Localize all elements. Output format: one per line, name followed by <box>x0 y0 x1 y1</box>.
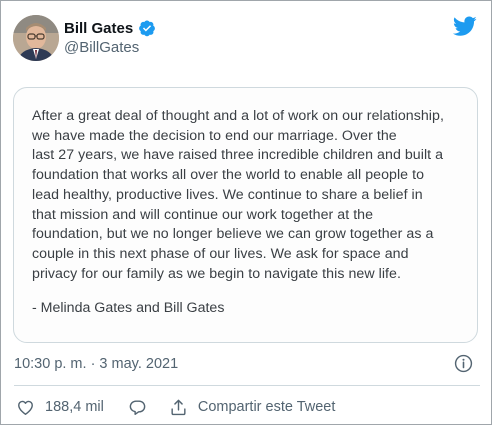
statement-line: foundation, but we no longer believe we … <box>32 226 434 243</box>
statement-line: couple in this next phase of our lives. … <box>32 245 409 262</box>
heart-icon <box>18 400 33 415</box>
statement-line: After a great deal of thought and a lot … <box>32 108 444 124</box>
verified-badge-icon <box>139 20 156 37</box>
author-name[interactable]: Bill Gates <box>64 20 133 37</box>
statement-signature: - Melinda Gates and Bill Gates <box>32 300 225 316</box>
share-icon <box>171 399 186 415</box>
share-label: Compartir este Tweet <box>197 399 336 415</box>
info-icon[interactable] <box>454 354 473 373</box>
avatar-image <box>13 15 59 61</box>
statement-line: foundation that works all over the world… <box>32 167 425 184</box>
comment-icon <box>129 399 146 415</box>
avatar[interactable] <box>13 15 59 61</box>
author-handle[interactable]: @BillGates <box>64 39 139 56</box>
divider <box>14 385 480 386</box>
reply-button[interactable] <box>128 398 147 417</box>
like-button[interactable]: 188,4 mil <box>16 398 104 417</box>
statement-image[interactable]: After a great deal of thought and a lot … <box>13 87 478 343</box>
twitter-bird-icon[interactable] <box>453 16 477 37</box>
action-bar: 188,4 mil Compartir este Tweet <box>16 395 335 419</box>
statement-line: lead healthy, productive lives. We conti… <box>32 186 423 203</box>
author-name-row: Bill Gates <box>64 18 156 38</box>
statement-text: After a great deal of thought and a lot … <box>32 107 472 284</box>
statement-line: we have made the decision to end our mar… <box>32 127 397 144</box>
statement-line: privacy for our family as we begin to na… <box>32 265 401 282</box>
tweet-card: Bill Gates @BillGates After a great deal… <box>0 0 492 425</box>
statement-line: last 27 years, we have raised three incr… <box>32 147 444 164</box>
statement-line: that mission and will continue our work … <box>32 206 374 223</box>
share-button[interactable]: Compartir este Tweet <box>169 398 336 417</box>
tweet-timestamp[interactable]: 10:30 p. m. · 3 may. 2021 <box>14 356 178 372</box>
like-count: 188,4 mil <box>45 399 104 415</box>
